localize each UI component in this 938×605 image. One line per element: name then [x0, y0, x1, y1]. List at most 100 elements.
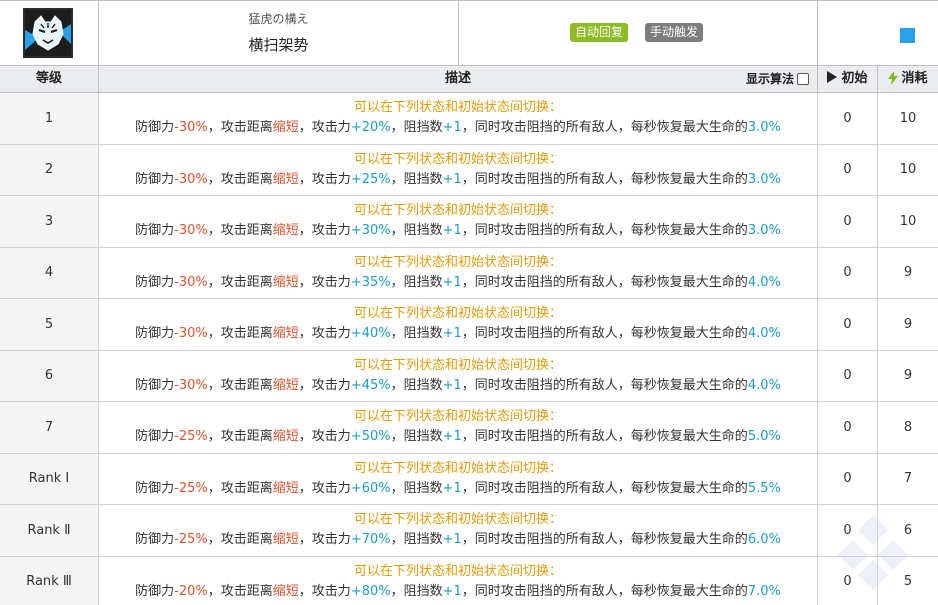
- effect-text: 防御力-25%，攻击距离缩短，攻击力+70%，阻挡数+1，同时攻击阻挡的所有敌人…: [135, 530, 781, 550]
- heal-label: ，同时攻击阻挡的所有敌人，每秒恢复最大生命的: [461, 583, 748, 599]
- def-value: -30%: [174, 120, 208, 136]
- heal-value: 3.0%: [747, 120, 781, 136]
- initial-value: 0: [843, 574, 852, 590]
- row-description: 可以在下列状态和初始状态间切换： 防御力-30%，攻击距离缩短，攻击力+25%，阻…: [99, 144, 818, 195]
- block-value: +1: [442, 583, 462, 599]
- switch-state-text: 可以在下列状态和初始状态间切换：: [353, 512, 562, 528]
- def-label: 防御力: [135, 120, 175, 136]
- atk-value: +25%: [350, 171, 391, 187]
- row-level: 3: [0, 196, 99, 247]
- block-value: +1: [442, 429, 462, 445]
- heal-label: ，同时攻击阻挡的所有敌人，每秒恢复最大生命的: [461, 223, 748, 239]
- effect-text: 防御力-30%，攻击距离缩短，攻击力+25%，阻挡数+1，同时攻击阻挡的所有敌人…: [135, 170, 781, 190]
- switch-state-text: 可以在下列状态和初始状态间切换：: [353, 357, 562, 373]
- cost-value: 9: [903, 368, 913, 384]
- def-label: 防御力: [135, 171, 175, 187]
- atk-value: +40%: [350, 326, 391, 342]
- def-label: 防御力: [135, 583, 175, 599]
- header-description: 描述 显示算法: [99, 66, 818, 92]
- block-label: ，阻挡数: [390, 429, 443, 445]
- effect-text: 防御力-30%，攻击距离缩短，攻击力+35%，阻挡数+1，同时攻击阻挡的所有敌人…: [135, 273, 781, 293]
- effect-text: 防御力-30%，攻击距离缩短，攻击力+20%，阻挡数+1，同时攻击阻挡的所有敌人…: [135, 118, 781, 138]
- block-value: +1: [442, 223, 462, 239]
- row-cost: 10: [878, 93, 938, 144]
- skill-tags-cell: 自动回复 手动触发: [459, 1, 818, 65]
- row-description: 可以在下列状态和初始状态间切换： 防御力-25%，攻击距离缩短，攻击力+50%，阻…: [99, 402, 818, 453]
- heal-value: 3.0%: [747, 171, 781, 187]
- range-value: 缩短: [272, 223, 299, 239]
- atk-label: ，攻击力: [298, 223, 351, 239]
- heal-label: ，同时攻击阻挡的所有敌人，每秒恢复最大生命的: [461, 480, 748, 496]
- skill-title: 横扫架势: [248, 36, 309, 54]
- atk-value: +20%: [350, 120, 391, 136]
- atk-label: ，攻击力: [298, 326, 351, 342]
- skill-summary-bar: 猛虎の構え 横扫架势 自动回复 手动触发: [0, 0, 938, 66]
- def-value: -30%: [174, 274, 208, 290]
- row-cost: 8: [878, 402, 938, 453]
- initial-value: 0: [843, 316, 852, 332]
- row-initial: 0: [818, 299, 878, 350]
- row-cost: 10: [878, 144, 938, 195]
- play-icon: [827, 71, 838, 83]
- row-initial: 0: [818, 402, 878, 453]
- heal-value: 7.0%: [747, 583, 781, 599]
- show-formula-checkbox[interactable]: [797, 73, 809, 85]
- cost-value: 5: [903, 574, 913, 590]
- heal-value: 4.0%: [747, 326, 781, 342]
- row-cost: 9: [878, 350, 938, 401]
- level-label: 7: [44, 419, 54, 435]
- range-label: ，攻击距离: [207, 326, 273, 342]
- row-initial: 0: [818, 453, 878, 504]
- sp-square-icon: [900, 28, 915, 43]
- heal-label: ，同时攻击阻挡的所有敌人，每秒恢复最大生命的: [461, 274, 748, 290]
- row-level: 6: [0, 350, 99, 401]
- switch-state-text: 可以在下列状态和初始状态间切换：: [353, 203, 562, 219]
- heal-value: 4.0%: [747, 274, 781, 290]
- effect-text: 防御力-30%，攻击距离缩短，攻击力+40%，阻挡数+1，同时攻击阻挡的所有敌人…: [135, 324, 781, 344]
- show-formula-toggle[interactable]: 显示算法: [746, 66, 809, 92]
- range-value: 缩短: [272, 532, 299, 548]
- def-label: 防御力: [135, 326, 175, 342]
- header-initial: 初始: [818, 66, 878, 92]
- heal-value: 5.0%: [747, 429, 781, 445]
- switch-state-text: 可以在下列状态和初始状态间切换：: [353, 151, 562, 167]
- row-cost: 10: [878, 196, 938, 247]
- block-label: ，阻挡数: [390, 223, 443, 239]
- def-value: -25%: [174, 429, 208, 445]
- heal-label: ，同时攻击阻挡的所有敌人，每秒恢复最大生命的: [461, 120, 748, 136]
- table-row: 2 可以在下列状态和初始状态间切换： 防御力-30%，攻击距离缩短，攻击力+25%，…: [0, 144, 938, 196]
- cost-value: 10: [899, 213, 917, 229]
- range-value: 缩短: [272, 274, 299, 290]
- cost-value: 6: [903, 522, 913, 538]
- range-value: 缩短: [272, 326, 299, 342]
- table-header: 等级 描述 显示算法 初始 消耗: [0, 66, 938, 93]
- cost-value: 7: [903, 471, 913, 487]
- block-label: ，阻挡数: [390, 120, 443, 136]
- def-label: 防御力: [135, 377, 175, 393]
- range-label: ，攻击距离: [207, 480, 273, 496]
- row-description: 可以在下列状态和初始状态间切换： 防御力-30%，攻击距离缩短，攻击力+45%，阻…: [99, 350, 818, 401]
- row-description: 可以在下列状态和初始状态间切换： 防御力-25%，攻击距离缩短，攻击力+70%，阻…: [99, 505, 818, 556]
- effect-text: 防御力-30%，攻击距离缩短，攻击力+45%，阻挡数+1，同时攻击阻挡的所有敌人…: [135, 376, 781, 396]
- row-level: Rank Ⅱ: [0, 505, 99, 556]
- def-label: 防御力: [135, 480, 175, 496]
- initial-value: 0: [843, 368, 852, 384]
- row-description: 可以在下列状态和初始状态间切换： 防御力-20%，攻击距离缩短，攻击力+80%，阻…: [99, 556, 818, 605]
- def-value: -25%: [174, 532, 208, 548]
- heal-label: ，同时攻击阻挡的所有敌人，每秒恢复最大生命的: [461, 532, 748, 548]
- atk-value: +30%: [350, 223, 391, 239]
- cost-value: 10: [899, 162, 917, 178]
- effect-text: 防御力-25%，攻击距离缩短，攻击力+50%，阻挡数+1，同时攻击阻挡的所有敌人…: [135, 427, 781, 447]
- range-label: ，攻击距离: [207, 377, 273, 393]
- row-level: 4: [0, 247, 99, 298]
- row-description: 可以在下列状态和初始状态间切换： 防御力-25%，攻击距离缩短，攻击力+60%，阻…: [99, 453, 818, 504]
- row-initial: 0: [818, 247, 878, 298]
- table-row: 3 可以在下列状态和初始状态间切换： 防御力-30%，攻击距离缩短，攻击力+30%，…: [0, 196, 938, 248]
- level-label: 3: [44, 213, 54, 229]
- range-label: ，攻击距离: [207, 120, 273, 136]
- switch-state-text: 可以在下列状态和初始状态间切换：: [353, 306, 562, 322]
- row-initial: 0: [818, 144, 878, 195]
- switch-state-text: 可以在下列状态和初始状态间切换：: [353, 100, 562, 116]
- atk-value: +45%: [350, 377, 391, 393]
- heal-value: 5.5%: [747, 480, 781, 496]
